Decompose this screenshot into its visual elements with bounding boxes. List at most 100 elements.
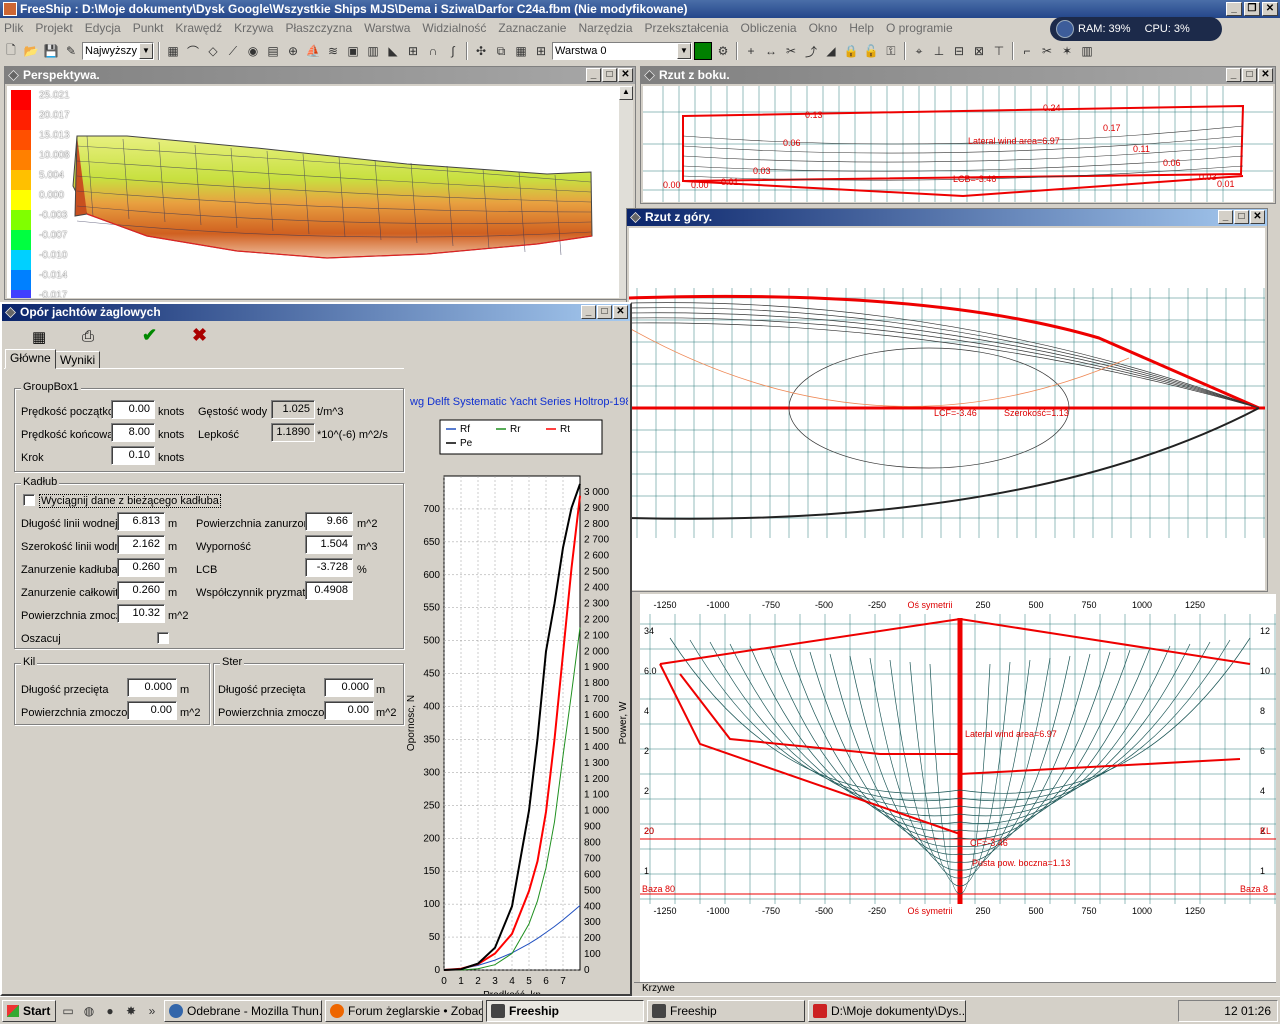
maximize-button[interactable]: □	[1234, 210, 1249, 224]
disp-field[interactable]: 1.504	[305, 535, 353, 554]
cancel-x-icon[interactable]: ✖	[192, 325, 207, 346]
top-viewport[interactable]: LCF=-3.46 Szerokość=1.13	[629, 228, 1265, 590]
lcb-field[interactable]: -3.728	[305, 558, 353, 577]
desktop-icon[interactable]: ▭	[59, 1002, 77, 1020]
minimize-button[interactable]: _	[586, 68, 601, 82]
scroll-up-icon[interactable]: ▲	[619, 86, 633, 100]
minimize-button[interactable]: _	[1226, 68, 1241, 82]
speed-start-field[interactable]: 0.00	[111, 400, 155, 419]
surface-icon[interactable]: ◇	[204, 42, 222, 60]
menu-item-6[interactable]: Płaszczyzna	[285, 21, 352, 35]
perspective-titlebar[interactable]: Perspektywa. _ □ ✕	[5, 67, 635, 84]
collapse-icon[interactable]: ⊟	[950, 42, 968, 60]
layer-props-icon[interactable]: ⚙	[714, 42, 732, 60]
perspective-viewport[interactable]: 25.021 20.017 15.013 10.008 5.004 0.000 -0.003…	[7, 86, 623, 298]
side-viewport[interactable]: Lateral wind area=6.97 LCB=-3.46 0.24 0.17 0…	[643, 86, 1273, 202]
wetted-field[interactable]: 10.32	[117, 604, 165, 623]
menu-item-15[interactable]: O programie	[886, 21, 953, 35]
menu-item-9[interactable]: Zaznaczanie	[498, 21, 566, 35]
new-file-icon[interactable]: 🗋	[2, 42, 20, 60]
keel-length-field[interactable]: 0.000	[127, 678, 177, 697]
precision-select[interactable]: Najwyższy ▼	[82, 42, 154, 60]
extrude-icon[interactable]: ⤴	[802, 42, 820, 60]
menu-item-7[interactable]: Warstwa	[364, 21, 410, 35]
density-field[interactable]: 1.025	[271, 400, 315, 419]
intersect-icon[interactable]: ⌖	[910, 42, 928, 60]
restore-button[interactable]: ❐	[1244, 2, 1260, 16]
layers-icon[interactable]: ▦	[512, 42, 530, 60]
printer-icon[interactable]: ⎙	[82, 328, 94, 345]
spline-icon[interactable]: ∫	[444, 42, 462, 60]
sphere-icon[interactable]: ⊕	[284, 42, 302, 60]
lock-icon[interactable]: 🔒	[842, 42, 860, 60]
unlock-icon[interactable]: 🔓	[862, 42, 880, 60]
menu-item-10[interactable]: Narzędzia	[578, 21, 632, 35]
close-button[interactable]: ✕	[1250, 210, 1265, 224]
minimize-button[interactable]: _	[1218, 210, 1233, 224]
shade-icon[interactable]: ◉	[244, 42, 262, 60]
menu-item-14[interactable]: Help	[849, 21, 874, 35]
task-freeship-1[interactable]: Freeship	[486, 999, 644, 1022]
maximize-button[interactable]: □	[602, 68, 617, 82]
close-button[interactable]: ✕	[618, 68, 633, 82]
menu-item-0[interactable]: Plik	[4, 21, 23, 35]
split-icon[interactable]: ✂	[782, 42, 800, 60]
arc-icon[interactable]: ∩	[424, 42, 442, 60]
knuckle-icon[interactable]: ⟋	[224, 42, 242, 60]
top-view-titlebar[interactable]: Rzut z góry. _ □ ✕	[627, 209, 1267, 226]
curve-icon[interactable]: ⌒	[184, 42, 202, 60]
chevron-down-icon[interactable]: ▼	[139, 43, 153, 59]
flow-icon[interactable]: ◣	[384, 42, 402, 60]
mesh-icon[interactable]: ▤	[264, 42, 282, 60]
keel-area-field[interactable]: 0.00	[127, 701, 177, 720]
report-icon[interactable]: ▥	[364, 42, 382, 60]
extract-checkbox[interactable]	[23, 494, 35, 506]
total-draft-field[interactable]: 0.260	[117, 581, 165, 600]
box-icon[interactable]: ▥	[1078, 42, 1096, 60]
tab-results[interactable]: Wyniki	[55, 351, 101, 369]
maximize-button[interactable]: □	[1242, 68, 1257, 82]
layer-select[interactable]: Warstwa 0 ▼	[552, 42, 692, 60]
pencil-icon[interactable]: ✎	[62, 42, 80, 60]
ok-check-icon[interactable]: ✔	[142, 325, 157, 346]
lines-icon[interactable]: ≋	[324, 42, 342, 60]
close-button[interactable]: ✕	[613, 305, 628, 319]
menu-item-11[interactable]: Przekształcenia	[645, 21, 729, 35]
bwl-field[interactable]: 2.162	[117, 535, 165, 554]
scissors-icon[interactable]: ✂	[1038, 42, 1056, 60]
task-thunderbird[interactable]: Odebrane - Mozilla Thun...	[164, 999, 322, 1022]
wand-icon[interactable]: ✶	[1058, 42, 1076, 60]
tab-main[interactable]: Główne	[5, 349, 56, 369]
cube-icon[interactable]: ▣	[344, 42, 362, 60]
menu-item-13[interactable]: Okno	[809, 21, 838, 35]
menu-item-8[interactable]: Widzialność	[422, 21, 486, 35]
weld-icon[interactable]: ⊤	[990, 42, 1008, 60]
browser-icon[interactable]: ◍	[80, 1002, 98, 1020]
minimize-button[interactable]: _	[1226, 2, 1242, 16]
more-icon[interactable]: »	[143, 1002, 161, 1020]
menu-item-12[interactable]: Obliczenia	[741, 21, 797, 35]
chevron-down-icon[interactable]: ▼	[677, 43, 691, 59]
start-button[interactable]: Start	[2, 999, 56, 1022]
axes-icon[interactable]: ✣	[472, 42, 490, 60]
app-quick-icon[interactable]: ✸	[122, 1002, 140, 1020]
sub-area-field[interactable]: 9.66	[305, 512, 353, 531]
side-view-titlebar[interactable]: Rzut z boku. _ □ ✕	[641, 67, 1275, 84]
save-icon[interactable]: 💾	[42, 42, 60, 60]
body-view-viewport[interactable]: -1250 -1250 -1000 -1000 -750 -750 -500 -500 -250…	[640, 594, 1276, 982]
calculator-icon[interactable]: ▦	[32, 328, 46, 346]
menu-item-3[interactable]: Punkt	[133, 21, 164, 35]
menu-item-2[interactable]: Edycja	[85, 21, 121, 35]
menu-item-5[interactable]: Krzywa	[234, 21, 273, 35]
rudder-length-field[interactable]: 0.000	[324, 678, 374, 697]
firefox-icon[interactable]: ●	[101, 1002, 119, 1020]
maximize-button[interactable]: □	[597, 305, 612, 319]
cp-field[interactable]: 0.4908	[305, 581, 353, 600]
hull-icon[interactable]: ⛵	[304, 42, 322, 60]
grid-icon[interactable]: ▦	[164, 42, 182, 60]
task-explorer[interactable]: D:\Moje dokumenty\Dys...	[808, 999, 966, 1022]
stations-icon[interactable]: ⊞	[404, 42, 422, 60]
rudder-area-field[interactable]: 0.00	[324, 701, 374, 720]
add-point-icon[interactable]: +	[742, 42, 760, 60]
minimize-button[interactable]: _	[581, 305, 596, 319]
